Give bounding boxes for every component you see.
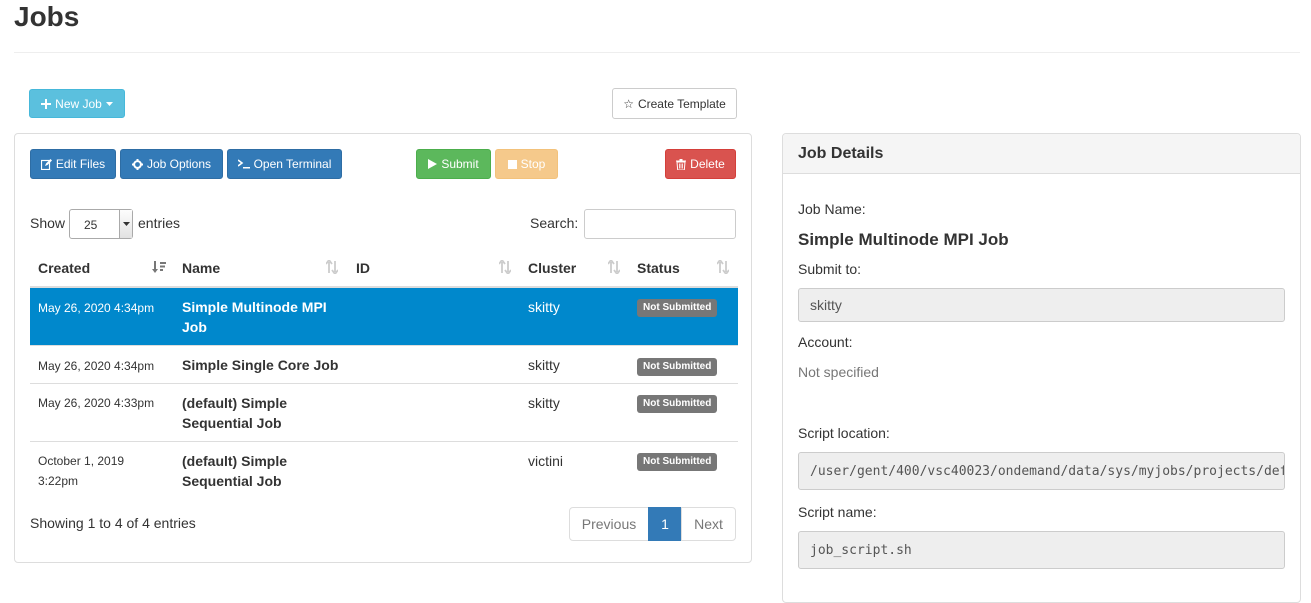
create-template-button[interactable]: ☆ Create Template [612,88,737,119]
search-label: Search: [530,215,579,231]
create-template-label: Create Template [637,96,726,111]
status-badge: Not Submitted [637,358,718,376]
job-details-panel: Job Details Job Name: Simple Multinode M… [782,133,1301,603]
sort-both-icon[interactable] [716,258,730,277]
submit-to-label: Submit to: [798,261,862,277]
cell-created: October 1, 2019 3:22pm [38,454,125,488]
script-name-label: Script name: [798,504,877,520]
status-badge: Not Submitted [637,453,718,471]
sort-both-icon[interactable] [325,258,339,277]
script-name-value: job_script.sh [798,531,1285,569]
terminal-icon [237,159,250,169]
account-value: Not specified [798,364,879,380]
table-row[interactable]: May 26, 2020 4:34pm Simple Multinode MPI… [30,288,738,345]
cell-created: May 26, 2020 4:33pm [38,396,155,410]
cell-created: May 26, 2020 4:34pm [38,301,155,315]
cell-name: Simple Multinode MPI Job [182,299,327,335]
cell-cluster: victini [528,453,564,469]
cell-name: (default) Simple Sequential Job [182,453,288,489]
caret-down-icon [105,101,113,106]
cell-cluster: skitty [528,299,560,315]
gear-icon [131,158,143,170]
edit-icon [40,158,52,170]
column-header-cluster[interactable]: Cluster [528,260,576,276]
page-title: Jobs [14,1,80,32]
submit-button[interactable]: Submit [416,149,491,179]
cell-name: (default) Simple Sequential Job [182,395,288,431]
edit-files-button[interactable]: Edit Files [30,149,116,179]
column-header-id[interactable]: ID [356,260,370,276]
submit-to-value: skitty [798,288,1285,322]
job-name-value: Simple Multinode MPI Job [798,230,1009,249]
job-options-label: Job Options [146,157,212,171]
table-row[interactable]: May 26, 2020 4:34pm Simple Single Core J… [30,345,738,383]
script-location-label: Script location: [798,425,890,441]
cell-name: Simple Single Core Job [182,357,339,373]
pagination-next[interactable]: Next [681,507,736,541]
column-header-created[interactable]: Created [38,260,90,276]
open-terminal-label: Open Terminal [253,157,332,171]
stop-button[interactable]: Stop [495,149,558,179]
search-input[interactable] [584,209,736,239]
account-label: Account: [798,334,853,350]
edit-files-label: Edit Files [55,157,106,171]
delete-button[interactable]: Delete [665,149,736,179]
status-badge: Not Submitted [637,395,718,413]
stop-label: Stop [520,157,546,171]
entries-label: entries [138,215,181,231]
table-info: Showing 1 to 4 of 4 entries [30,515,196,531]
stop-icon [507,159,517,169]
delete-label: Delete [690,157,725,171]
entries-per-page-value: 25 [84,218,98,232]
script-location-value: /user/gent/400/vsc40023/ondemand/data/sy… [798,452,1285,490]
job-details-title: Job Details [798,145,884,162]
plus-icon [41,98,52,109]
job-name-label: Job Name: [798,201,866,217]
table-row[interactable]: October 1, 2019 3:22pm (default) Simple … [30,441,738,499]
cell-cluster: skitty [528,395,560,411]
trash-icon [676,158,687,170]
star-outline-icon: ☆ [623,96,634,111]
open-terminal-button[interactable]: Open Terminal [227,149,342,179]
select-arrow-icon [119,210,132,238]
job-details-heading: Job Details [783,134,1300,174]
pagination-page-1[interactable]: 1 [648,507,682,541]
job-options-button[interactable]: Job Options [120,149,223,179]
new-job-dropdown-button[interactable]: New Job [29,89,125,118]
column-header-name[interactable]: Name [182,260,220,276]
sort-desc-icon[interactable] [152,260,166,277]
cell-created: May 26, 2020 4:34pm [38,359,155,373]
new-job-label: New Job [55,96,102,111]
entries-per-page-select[interactable]: 25 [69,209,133,239]
sort-both-icon[interactable] [498,258,512,277]
status-badge: Not Submitted [637,299,718,317]
table-row[interactable]: May 26, 2020 4:33pm (default) Simple Seq… [30,383,738,441]
show-label: Show [30,215,66,231]
submit-label: Submit [441,157,479,171]
play-icon [428,159,438,169]
cell-cluster: skitty [528,357,560,373]
sort-both-icon[interactable] [607,258,621,277]
column-header-status[interactable]: Status [637,260,680,276]
title-divider [14,52,1300,53]
pagination-previous[interactable]: Previous [569,507,649,541]
